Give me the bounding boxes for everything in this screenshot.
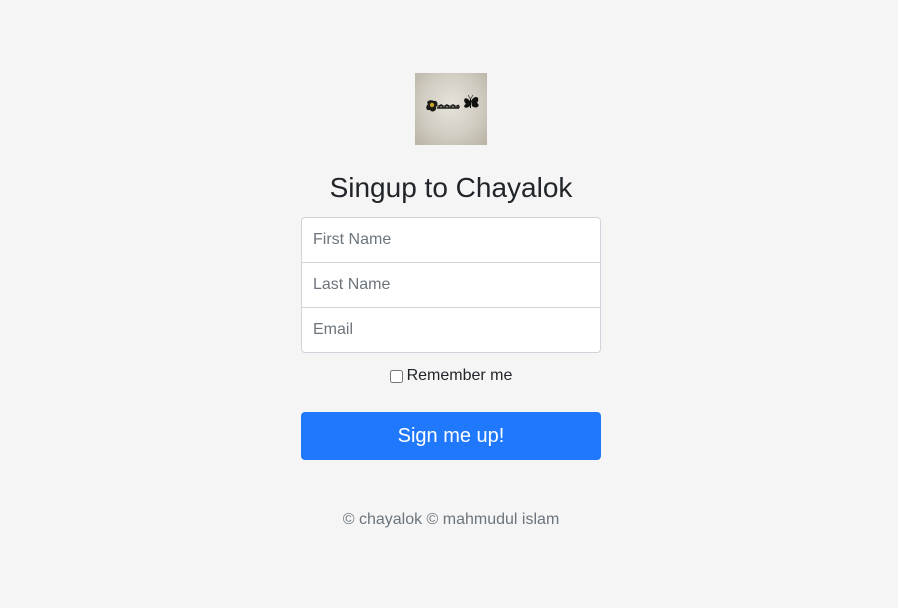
remember-me-option[interactable]: Remember me [389,367,513,385]
signup-form: Singup to Chayalok Remember me Sign me u… [301,73,601,545]
butterfly-logo-icon [426,94,479,112]
footer-copyright: © chayalok © mahmudul islam [342,511,560,528]
remember-me-label: Remember me [406,367,513,384]
remember-me-checkbox[interactable] [389,369,403,383]
signup-fields [301,217,601,353]
signup-page: Singup to Chayalok Remember me Sign me u… [0,0,898,608]
last-name-input[interactable] [301,262,601,308]
brand-logo [415,73,487,145]
sign-up-button[interactable]: Sign me up! [301,412,601,460]
email-input[interactable] [301,307,601,353]
page-title: Singup to Chayalok [329,172,573,203]
first-name-input[interactable] [301,217,601,263]
